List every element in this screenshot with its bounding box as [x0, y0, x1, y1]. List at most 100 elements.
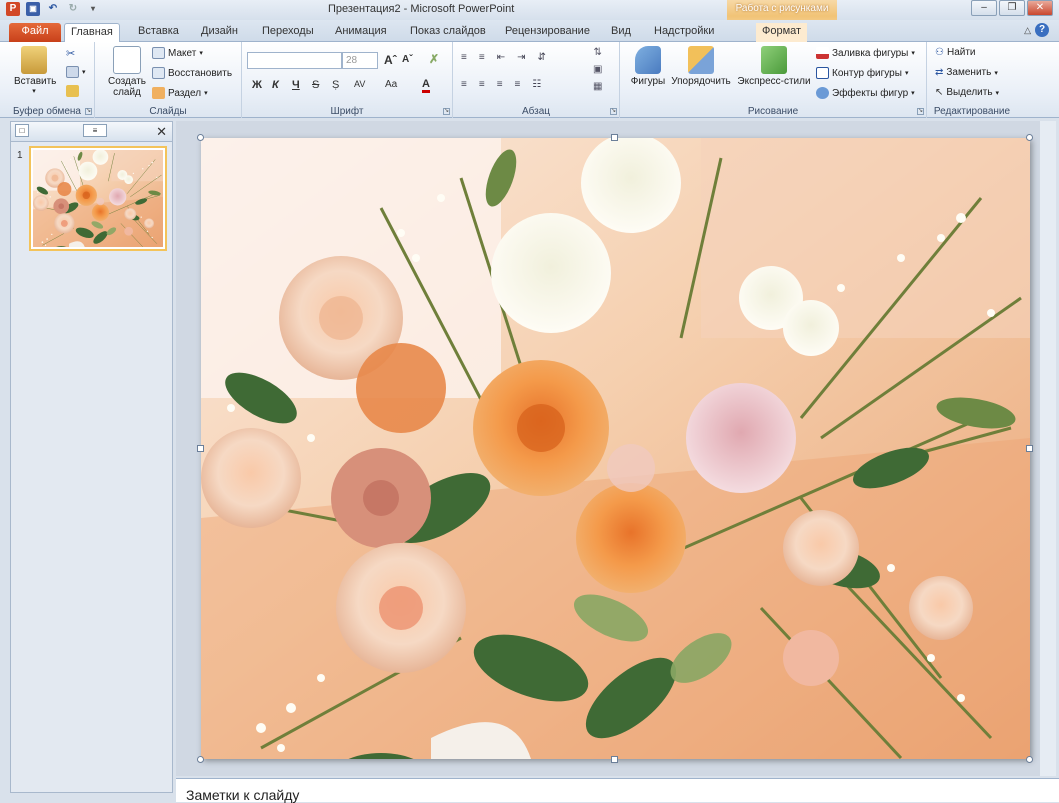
find-label: Найти [946, 47, 976, 58]
increase-indent-icon[interactable]: ⇥ [517, 52, 525, 63]
shape-fill-button[interactable]: Заливка фигуры ▾ [816, 47, 915, 59]
tab-addins[interactable]: Надстройки [648, 23, 720, 42]
cut-button[interactable]: ✂ [66, 47, 79, 60]
tab-format[interactable]: Формат [756, 23, 808, 42]
reset-button[interactable]: Восстановить [152, 67, 232, 79]
maximize-button[interactable]: ❐ [999, 0, 1025, 16]
notes-pane[interactable]: Заметки к слайду [176, 778, 1059, 803]
align-text-icon[interactable]: ▣ [593, 64, 602, 75]
grow-font-icon[interactable]: Aˆ [384, 53, 397, 67]
resize-handle-bottom-left[interactable] [197, 756, 204, 763]
clipboard-launcher-icon[interactable]: ↘ [85, 108, 92, 115]
help-icon[interactable]: ? [1035, 23, 1049, 37]
new-slide-button[interactable]: Создать слайд [107, 46, 147, 98]
shape-fill-label: Заливка фигуры [832, 47, 909, 59]
tab-transitions[interactable]: Переходы [256, 23, 320, 42]
close-button[interactable]: ✕ [1027, 0, 1053, 16]
text-shadow-button[interactable]: Ṣ [332, 79, 339, 91]
group-label-drawing: Рисование [747, 106, 799, 117]
arrange-icon [688, 46, 714, 74]
paste-button[interactable]: Вставить ▾ [14, 46, 56, 95]
group-drawing: Фигуры Упорядочить Экспресс-стили Заливк… [620, 42, 927, 118]
resize-handle-right[interactable] [1026, 445, 1033, 452]
tab-slideshow[interactable]: Показ слайдов [404, 23, 492, 42]
replace-button[interactable]: ⇄ Заменить ▾ [935, 67, 998, 78]
align-center-icon[interactable]: ≡ [479, 79, 485, 90]
resize-handle-top-left[interactable] [197, 134, 204, 141]
select-button[interactable]: ↖ Выделить ▾ [935, 87, 999, 98]
clear-format-icon[interactable]: ✗ [429, 52, 439, 66]
select-dropdown-icon: ▾ [995, 89, 1000, 97]
strikethrough-button[interactable]: S [312, 79, 319, 91]
copy-dropdown-icon: ▾ [82, 69, 86, 76]
shapes-label: Фигуры [630, 76, 666, 87]
slide-thumbnail[interactable] [29, 146, 167, 251]
resize-handle-bottom-right[interactable] [1026, 756, 1033, 763]
text-direction-icon[interactable]: ⇅ [594, 47, 602, 58]
line-spacing-icon[interactable]: ⇵ [537, 52, 545, 63]
undo-icon[interactable]: ↶ [46, 2, 60, 16]
font-color-button[interactable]: A [422, 78, 430, 93]
columns-icon[interactable]: ☷ [532, 79, 541, 90]
shape-fill-dropdown-icon: ▾ [911, 50, 915, 57]
arrange-button[interactable]: Упорядочить [668, 46, 734, 87]
smartart-icon[interactable]: ▦ [593, 81, 602, 92]
resize-handle-bottom[interactable] [611, 756, 618, 763]
font-size-field[interactable]: 28 [342, 52, 378, 69]
underline-button[interactable]: Ч [292, 79, 300, 91]
char-spacing-button[interactable]: AV [354, 79, 365, 89]
italic-button[interactable]: К [272, 79, 279, 91]
layout-button[interactable]: Макет ▾ [152, 47, 203, 59]
section-button[interactable]: Раздел ▾ [152, 87, 208, 99]
context-tab-title: Работа с рисунками [735, 3, 829, 14]
shape-outline-button[interactable]: Контур фигуры ▾ [816, 67, 908, 79]
tab-design[interactable]: Дизайн [195, 23, 244, 42]
shape-effects-button[interactable]: Эффекты фигур ▾ [816, 87, 915, 99]
group-font: 28 Aˆ Aˇ ✗ Ж К Ч S Ṣ AV Aa A Шрифт ↘ [242, 42, 453, 118]
tab-review[interactable]: Рецензирование [499, 23, 596, 42]
change-case-button[interactable]: Aa [385, 79, 397, 90]
numbering-icon[interactable]: ≡ [479, 52, 485, 63]
slide-canvas[interactable] [201, 138, 1030, 759]
resize-handle-top-right[interactable] [1026, 134, 1033, 141]
slides-tab-icon[interactable]: □ [15, 124, 29, 137]
bold-button[interactable]: Ж [252, 79, 262, 91]
close-pane-icon[interactable]: ✕ [156, 124, 167, 140]
font-name-field[interactable] [247, 52, 342, 69]
save-icon[interactable]: ▣ [26, 2, 40, 16]
flower-picture[interactable] [201, 138, 1030, 759]
shape-fill-icon [816, 47, 829, 59]
minimize-button[interactable]: – [971, 0, 997, 16]
resize-handle-left[interactable] [197, 445, 204, 452]
justify-icon[interactable]: ≡ [515, 79, 521, 90]
vertical-scrollbar[interactable] [1040, 121, 1056, 776]
text-direction-group: ⇅ ▣ ▦ [593, 47, 602, 92]
outline-tab-icon[interactable]: ≡ [83, 124, 107, 137]
paragraph-launcher-icon[interactable]: ↘ [610, 108, 617, 115]
align-left-icon[interactable]: ≡ [461, 79, 467, 90]
customize-qat-icon[interactable]: ▾ [86, 2, 100, 16]
drawing-launcher-icon[interactable]: ↘ [917, 108, 924, 115]
decrease-indent-icon[interactable]: ⇤ [497, 52, 505, 63]
copy-button[interactable]: ▾ [66, 66, 86, 78]
tab-view[interactable]: Вид [605, 23, 637, 42]
align-right-icon[interactable]: ≡ [497, 79, 503, 90]
tab-home[interactable]: Главная [64, 23, 120, 43]
format-painter-button[interactable] [66, 85, 79, 97]
quick-styles-button[interactable]: Экспресс-стили [734, 46, 814, 87]
tab-animation[interactable]: Анимация [329, 23, 393, 42]
shapes-button[interactable]: Фигуры [626, 46, 670, 87]
shrink-font-icon[interactable]: Aˇ [402, 54, 413, 65]
tab-insert[interactable]: Вставка [132, 23, 185, 42]
powerpoint-app-icon[interactable]: P [6, 2, 20, 16]
redo-icon[interactable]: ↻ [66, 2, 80, 16]
quick-access-toolbar: P ▣ ↶ ↻ ▾ [6, 2, 100, 16]
bullets-icon[interactable]: ≡ [461, 52, 467, 63]
shape-outline-icon [816, 67, 829, 79]
tab-file[interactable]: Файл [9, 23, 61, 42]
font-launcher-icon[interactable]: ↘ [443, 108, 450, 115]
section-label: Раздел [168, 87, 202, 99]
find-button[interactable]: ⚇ Найти [935, 47, 976, 58]
minimize-ribbon-icon[interactable]: △ [1024, 25, 1031, 36]
resize-handle-top[interactable] [611, 134, 618, 141]
